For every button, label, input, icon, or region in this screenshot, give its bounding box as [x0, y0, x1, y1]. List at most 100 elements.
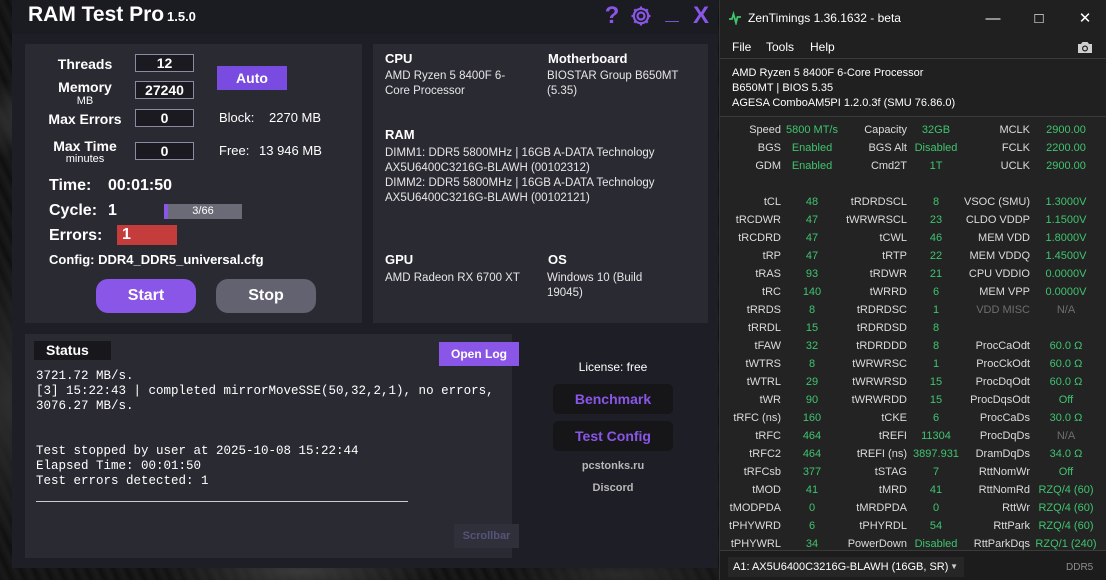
timing-value: 1: [932, 358, 940, 370]
auto-button[interactable]: Auto: [217, 66, 287, 90]
agesa-version: AGESA ComboAM5PI 1.2.0.3f (SMU 76.86.0): [732, 97, 956, 109]
test-config-button[interactable]: Test Config: [553, 421, 673, 451]
timing-value: 41: [929, 484, 943, 496]
window-title: ZenTimings 1.36.1632 - beta: [748, 11, 901, 25]
timing-value: 1.4500V: [1045, 250, 1087, 262]
minimize-button[interactable]: _: [661, 0, 683, 26]
zentimings-titlebar[interactable]: ZenTimings 1.36.1632 - beta — □ ✕: [720, 0, 1106, 36]
timing-value: 48: [805, 196, 819, 208]
timing-value: 60.0 Ω: [1049, 376, 1083, 388]
chevron-down-icon: ▼: [950, 562, 958, 571]
timing-value: 8: [808, 358, 816, 370]
max-time-label: Max Time: [53, 138, 117, 154]
app-version: 1.5.0: [167, 9, 196, 24]
memory-label: Memory: [58, 79, 112, 95]
ramtest-titlebar[interactable]: RAM Test Pro 1.5.0 ? _ X: [12, 0, 718, 34]
timing-value: 15: [929, 376, 943, 388]
cycle-progress-bar: 3/66: [164, 204, 242, 219]
menu-help[interactable]: Help: [810, 40, 835, 54]
timing-value: N/A: [1056, 430, 1076, 442]
time-value: 00:01:50: [108, 177, 173, 194]
discord-link[interactable]: Discord: [553, 482, 673, 494]
timing-value: 464: [802, 448, 822, 460]
timing-label: ProcCkOdt: [976, 358, 1030, 370]
menu-tools[interactable]: Tools: [766, 40, 794, 54]
timing-value: RZQ/1 (240): [1035, 538, 1097, 550]
timing-value: 23: [929, 214, 943, 226]
timing-value: 0.0000V: [1045, 286, 1087, 298]
timing-value: 90: [805, 394, 819, 406]
threads-input[interactable]: 12: [135, 54, 194, 72]
camera-icon[interactable]: [1076, 40, 1094, 55]
timing-value: 47: [805, 250, 819, 262]
timing-value: 7: [932, 466, 940, 478]
timing-label: ProcCaOdt: [975, 340, 1030, 352]
timing-value: Enabled: [791, 142, 833, 154]
max-time-input[interactable]: 0: [135, 142, 194, 160]
zentimings-window: ZenTimings 1.36.1632 - beta — □ ✕ File T…: [719, 0, 1106, 580]
timing-value: 2200.00: [1046, 142, 1086, 154]
dimm-select-value: A1: AX5U6400C3216G-BLAWH (16GB, SR): [733, 561, 949, 573]
close-icon[interactable]: ✕: [1070, 6, 1100, 30]
menu-bar: File Tools Help: [720, 36, 1106, 58]
cycle-progress-text: 3/66: [192, 205, 214, 217]
timing-value: Disabled: [914, 142, 958, 154]
timing-value: 15: [805, 322, 819, 334]
app-title: RAM Test Pro: [28, 3, 165, 26]
timing-value: 2900.00: [1046, 124, 1086, 136]
timing-label: MEM VPP: [979, 286, 1030, 298]
cycle-value: 1: [108, 202, 117, 219]
memory-input[interactable]: 27240: [135, 81, 194, 99]
start-button[interactable]: Start: [96, 279, 196, 313]
timing-value: 0: [808, 502, 816, 514]
timing-value: 22: [929, 250, 943, 262]
os-heading: OS: [548, 252, 567, 267]
timing-value: 21: [929, 268, 943, 280]
timing-value: 41: [805, 484, 819, 496]
timings-grid: Speed 5800 MT/s Capacity 32GB MCLK 2900.00 BGS…: [720, 116, 1106, 550]
timing-value: 47: [805, 232, 819, 244]
block-label: Block:: [219, 110, 255, 125]
timing-value: 60.0 Ω: [1049, 358, 1083, 370]
benchmark-button[interactable]: Benchmark: [553, 384, 673, 414]
website-link[interactable]: pcstonks.ru: [553, 460, 673, 472]
timing-value: 160: [802, 412, 822, 424]
cpu-heading: CPU: [385, 51, 413, 66]
settings-gear-icon[interactable]: [627, 2, 655, 30]
menu-file[interactable]: File: [732, 40, 751, 54]
timing-value: 5800 MT/s: [786, 124, 838, 136]
timing-value: Enabled: [791, 160, 833, 172]
timing-label: DramDqDs: [975, 448, 1030, 460]
close-button[interactable]: X: [690, 2, 712, 30]
status-bar: A1: AX5U6400C3216G-BLAWH (16GB, SR) ▼ DD…: [720, 550, 1106, 580]
timing-value: 30.0 Ω: [1049, 412, 1083, 424]
timing-label: ProcDqDs: [979, 430, 1030, 442]
log-scrollbar[interactable]: Scrollbar: [454, 524, 519, 548]
timing-value: 47: [805, 214, 819, 226]
log-separator: [36, 501, 408, 502]
timing-value: Disabled: [914, 538, 958, 550]
block-value: 2270 MB: [269, 110, 322, 125]
max-time-unit-label: minutes: [65, 153, 105, 165]
timing-value: 8: [808, 304, 816, 316]
settings-panel: Threads 12 Memory MB 27240 Max Errors 0 …: [25, 44, 362, 323]
open-log-button[interactable]: Open Log: [439, 342, 519, 366]
timing-value: 2900.00: [1046, 160, 1086, 172]
timing-label: RttNomWr: [978, 466, 1030, 478]
maximize-icon[interactable]: □: [1024, 6, 1054, 30]
timing-value: N/A: [1056, 304, 1076, 316]
stop-button[interactable]: Stop: [216, 279, 316, 313]
timing-value: 6: [932, 412, 940, 424]
timing-value: 54: [929, 520, 943, 532]
help-icon[interactable]: ?: [601, 2, 623, 30]
timing-value: 32: [805, 340, 819, 352]
timing-value: RZQ/4 (60): [1038, 520, 1094, 532]
timing-value: 0.0000V: [1045, 268, 1087, 280]
menu-separator: [720, 58, 1106, 59]
timing-value: 8: [932, 340, 940, 352]
errors-label: Errors:: [49, 227, 103, 244]
minimize-icon[interactable]: —: [978, 6, 1008, 30]
dimm-select[interactable]: A1: AX5U6400C3216G-BLAWH (16GB, SR) ▼: [728, 557, 964, 577]
max-errors-input[interactable]: 0: [135, 109, 194, 127]
board-bios: B650MT | BIOS 5.35: [732, 82, 834, 94]
